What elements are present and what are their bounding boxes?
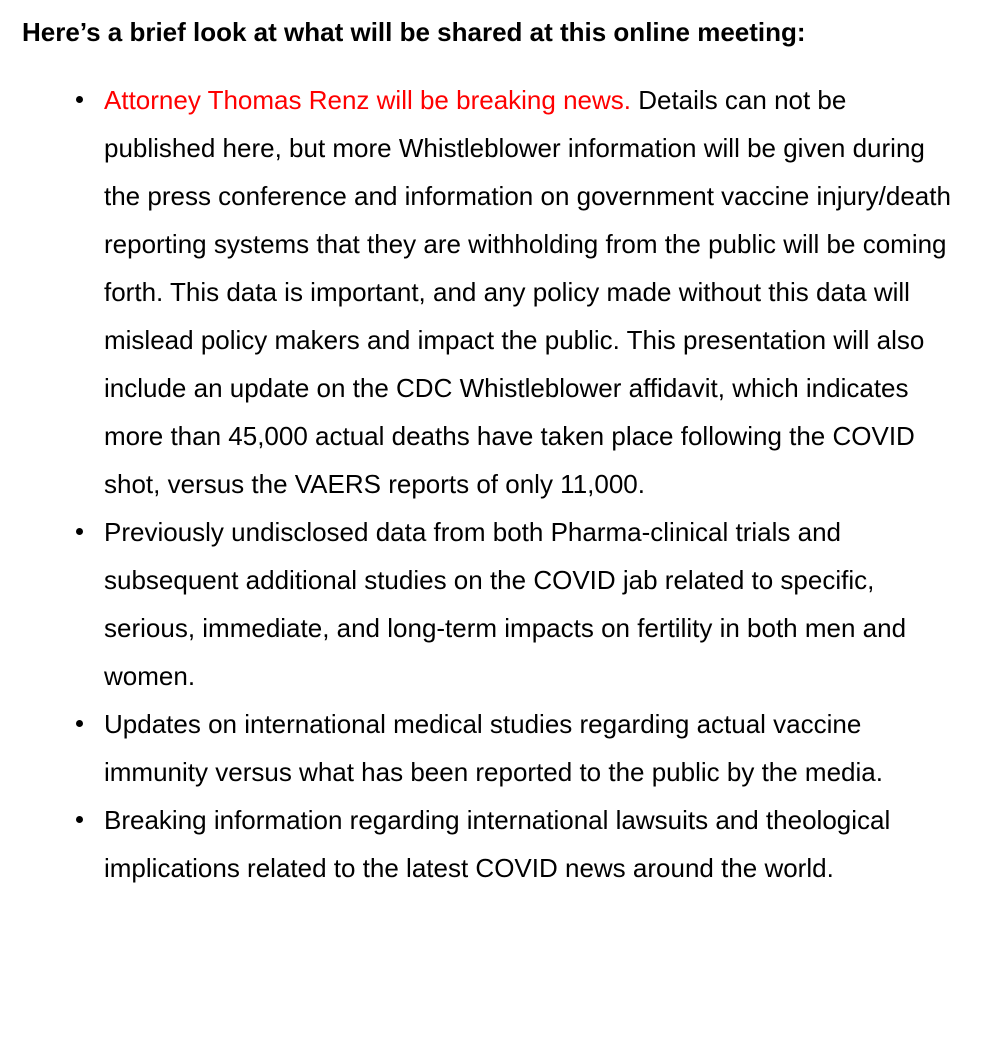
bullet-text: Breaking information regarding internati… — [104, 805, 891, 883]
bullet-item-renz-news: Attorney Thomas Renz will be breaking ne… — [76, 76, 964, 508]
bullet-list: Attorney Thomas Renz will be breaking ne… — [22, 76, 964, 892]
bullet-item-lawsuits: Breaking information regarding internati… — [76, 796, 964, 892]
bullet-text: Updates on international medical studies… — [104, 709, 883, 787]
article-excerpt: Here’s a brief look at what will be shar… — [0, 0, 982, 1060]
section-heading: Here’s a brief look at what will be shar… — [22, 17, 806, 47]
bullet-text: Previously undisclosed data from both Ph… — [104, 517, 907, 691]
bullet-item-immunity-studies: Updates on international medical studies… — [76, 700, 964, 796]
highlighted-announcement: Attorney Thomas Renz will be breaking ne… — [104, 85, 631, 115]
bullet-text: Details can not be published here, but m… — [104, 85, 951, 499]
bullet-item-fertility-data: Previously undisclosed data from both Ph… — [76, 508, 964, 700]
